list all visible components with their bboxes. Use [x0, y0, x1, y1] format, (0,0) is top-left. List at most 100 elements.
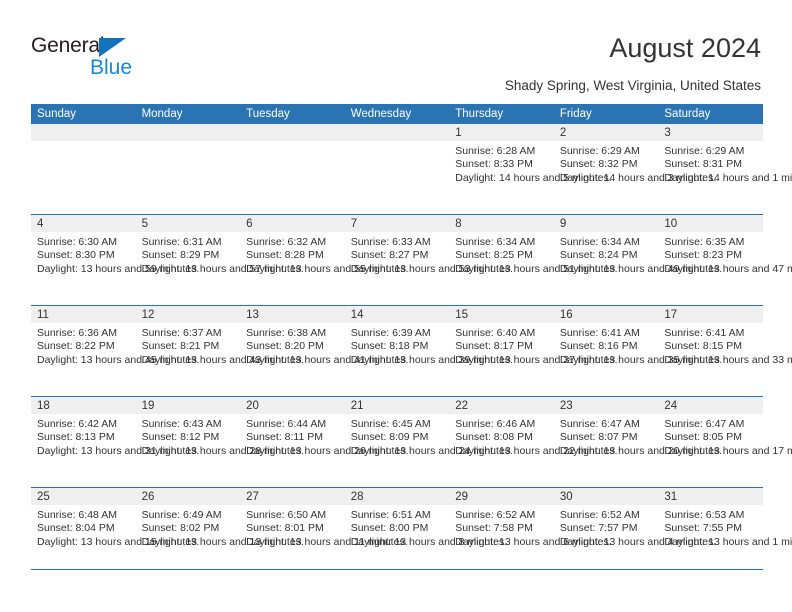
- day-details: Sunrise: 6:46 AM Sunset: 8:08 PM Daylight:…: [449, 414, 618, 458]
- day-cell-inner: 27 Sunrise: 6:50 AM Sunset: 8:01 PM Dayligh…: [240, 488, 408, 578]
- calendar-day-cell[interactable]: 30 Sunrise: 6:52 AM Sunset: 7:57 PM Dayligh…: [553, 487, 716, 578]
- weekday-header-tuesday: Tuesday: [240, 104, 345, 124]
- calendar-day-cell[interactable]: 27 Sunrise: 6:50 AM Sunset: 8:01 PM Dayligh…: [240, 487, 408, 578]
- calendar-week-row: 25 Sunrise: 6:48 AM Sunset: 8:04 PM Dayligh…: [31, 487, 792, 578]
- day-details: Sunrise: 6:47 AM Sunset: 8:05 PM Daylight:…: [658, 414, 792, 458]
- day-cell-inner: 7 Sunrise: 6:33 AM Sunset: 8:27 PM Daylight…: [344, 215, 513, 305]
- calendar-day-cell[interactable]: 11 Sunrise: 6:36 AM Sunset: 8:22 PM Dayligh…: [31, 305, 199, 397]
- daylight-text: Daylight: 13 hours and 47 minutes.: [664, 262, 792, 275]
- calendar-day-cell[interactable]: 16 Sunrise: 6:41 AM Sunset: 8:16 PM Dayligh…: [553, 305, 723, 397]
- calendar-day-cell[interactable]: 25 Sunrise: 6:48 AM Sunset: 8:04 PM Dayligh…: [31, 487, 199, 578]
- daylight-text: Daylight: 13 hours and 22 minutes.: [455, 444, 618, 457]
- sunrise-text: Sunrise: 6:51 AM: [350, 509, 431, 521]
- day-cell-inner: 23 Sunrise: 6:47 AM Sunset: 8:07 PM Dayligh…: [553, 397, 722, 487]
- day-number: 19: [135, 397, 241, 414]
- daylight-text: Daylight: 14 hours and 1 minute.: [664, 171, 792, 184]
- daylight-text: Daylight: 13 hours and 35 minutes.: [559, 353, 723, 366]
- calendar-day-cell[interactable]: 9 Sunrise: 6:34 AM Sunset: 8:24 PM Daylight…: [553, 214, 723, 306]
- calendar-day-cell[interactable]: 5 Sunrise: 6:31 AM Sunset: 8:29 PM Daylight…: [135, 214, 304, 306]
- sunrise-text: Sunrise: 6:53 AM: [664, 509, 745, 521]
- sunset-text: Sunset: 8:17 PM: [455, 340, 533, 353]
- day-details: Sunrise: 6:41 AM Sunset: 8:16 PM Daylight:…: [554, 323, 723, 367]
- day-number: 18: [31, 397, 136, 414]
- sunset-text: Sunset: 8:08 PM: [455, 431, 533, 444]
- calendar-day-cell[interactable]: 24 Sunrise: 6:47 AM Sunset: 8:05 PM Dayligh…: [658, 396, 792, 488]
- sunset-text: Sunset: 8:16 PM: [559, 340, 638, 353]
- calendar-page: General Blue August 2024 Shady Spring, W…: [0, 0, 792, 612]
- day-number: 3: [658, 124, 763, 141]
- daylight-text: Daylight: 13 hours and 13 minutes.: [141, 535, 304, 548]
- logo-text-general: General: [31, 34, 105, 57]
- daylight-text: Daylight: 13 hours and 49 minutes.: [559, 262, 723, 275]
- calendar-day-cell[interactable]: 22 Sunrise: 6:46 AM Sunset: 8:08 PM Dayligh…: [449, 396, 618, 488]
- sunrise-text: Sunrise: 6:37 AM: [141, 327, 222, 339]
- daylight-text: Daylight: 13 hours and 11 minutes.: [246, 535, 408, 548]
- sunset-text: Sunset: 8:02 PM: [141, 522, 220, 535]
- sunset-text: Sunset: 8:29 PM: [141, 249, 220, 262]
- sunrise-text: Sunrise: 6:35 AM: [664, 236, 745, 248]
- day-details: Sunrise: 6:38 AM Sunset: 8:20 PM Daylight:…: [240, 323, 408, 367]
- calendar-day-cell[interactable]: 17 Sunrise: 6:41 AM Sunset: 8:15 PM Dayligh…: [658, 305, 792, 397]
- sunrise-text: Sunrise: 6:30 AM: [37, 236, 117, 248]
- day-cell-inner: 26 Sunrise: 6:49 AM Sunset: 8:02 PM Dayligh…: [135, 488, 304, 578]
- daylight-text: Daylight: 13 hours and 26 minutes.: [246, 444, 409, 457]
- day-number: 27: [240, 488, 345, 505]
- calendar-day-cell[interactable]: 7 Sunrise: 6:33 AM Sunset: 8:27 PM Daylight…: [344, 214, 513, 306]
- sunset-text: Sunset: 8:28 PM: [246, 249, 324, 262]
- day-details: Sunrise: 6:31 AM Sunset: 8:29 PM Daylight:…: [136, 232, 304, 276]
- weekday-header-row: Sunday Monday Tuesday Wednesday Thursday Frid…: [31, 104, 763, 124]
- sunrise-text: Sunrise: 6:28 AM: [455, 145, 536, 157]
- sunset-text: Sunset: 8:20 PM: [246, 340, 324, 353]
- logo-triangle-icon: [99, 38, 126, 57]
- day-cell-inner: 10 Sunrise: 6:35 AM Sunset: 8:23 PM Dayligh…: [658, 215, 792, 305]
- calendar-day-cell[interactable]: 2 Sunrise: 6:29 AM Sunset: 8:32 PM Daylight…: [553, 124, 716, 215]
- calendar-day-cell[interactable]: 14 Sunrise: 6:39 AM Sunset: 8:18 PM Dayligh…: [344, 305, 513, 397]
- calendar-day-cell[interactable]: 10 Sunrise: 6:35 AM Sunset: 8:23 PM Dayligh…: [658, 214, 792, 306]
- calendar-day-cell[interactable]: 12 Sunrise: 6:37 AM Sunset: 8:21 PM Dayligh…: [135, 305, 304, 397]
- calendar-day-cell[interactable]: 6 Sunrise: 6:32 AM Sunset: 8:28 PM Daylight…: [240, 214, 409, 306]
- calendar-day-cell[interactable]: 26 Sunrise: 6:49 AM Sunset: 8:02 PM Dayligh…: [135, 487, 304, 578]
- calendar-day-cell[interactable]: 20 Sunrise: 6:44 AM Sunset: 8:11 PM Dayligh…: [240, 396, 409, 488]
- day-cell-inner: [344, 124, 450, 214]
- day-cell-inner: 2 Sunrise: 6:29 AM Sunset: 8:32 PM Daylight…: [553, 124, 716, 214]
- weekday-header-wednesday: Wednesday: [344, 104, 450, 124]
- calendar-day-cell[interactable]: 4 Sunrise: 6:30 AM Sunset: 8:30 PM Daylight…: [31, 214, 199, 306]
- calendar-cell-empty: [240, 124, 345, 215]
- page-header: General Blue August 2024 Shady Spring, W…: [0, 0, 792, 100]
- calendar-day-cell[interactable]: 15 Sunrise: 6:40 AM Sunset: 8:17 PM Dayligh…: [449, 305, 618, 397]
- calendar-day-cell[interactable]: 13 Sunrise: 6:38 AM Sunset: 8:20 PM Dayligh…: [240, 305, 408, 397]
- day-details: Sunrise: 6:39 AM Sunset: 8:18 PM Daylight:…: [345, 323, 513, 367]
- calendar-header-row: Sunday Monday Tuesday Wednesday Thursday Frid…: [31, 104, 763, 124]
- day-details: Sunrise: 6:30 AM Sunset: 8:30 PM Daylight:…: [31, 232, 199, 276]
- calendar-day-cell[interactable]: 23 Sunrise: 6:47 AM Sunset: 8:07 PM Dayligh…: [553, 396, 722, 488]
- sunset-text: Sunset: 8:30 PM: [37, 249, 115, 262]
- day-cell-inner: 9 Sunrise: 6:34 AM Sunset: 8:24 PM Daylight…: [553, 215, 723, 305]
- calendar-day-cell[interactable]: 8 Sunrise: 6:34 AM Sunset: 8:25 PM Daylight…: [449, 214, 618, 306]
- sunrise-text: Sunrise: 6:43 AM: [141, 418, 222, 430]
- day-cell-inner: 21 Sunrise: 6:45 AM Sunset: 8:09 PM Dayligh…: [344, 397, 513, 487]
- day-number: 21: [344, 397, 450, 414]
- calendar-day-cell[interactable]: 29 Sunrise: 6:52 AM Sunset: 7:58 PM Dayligh…: [449, 487, 612, 578]
- daylight-text: Daylight: 13 hours and 6 minutes.: [455, 535, 612, 548]
- daylight-text: Daylight: 13 hours and 55 minutes.: [246, 262, 409, 275]
- daylight-text: Daylight: 13 hours and 8 minutes.: [350, 535, 508, 548]
- sunrise-text: Sunrise: 6:47 AM: [559, 418, 640, 430]
- calendar-day-cell[interactable]: 28 Sunrise: 6:51 AM Sunset: 8:00 PM Dayligh…: [344, 487, 508, 578]
- sunrise-text: Sunrise: 6:50 AM: [246, 509, 327, 521]
- calendar-day-cell[interactable]: 3 Sunrise: 6:29 AM Sunset: 8:31 PM Daylight…: [658, 124, 792, 215]
- calendar-day-cell[interactable]: 18 Sunrise: 6:42 AM Sunset: 8:13 PM Dayligh…: [31, 396, 199, 488]
- day-cell-inner: 15 Sunrise: 6:40 AM Sunset: 8:17 PM Dayligh…: [449, 306, 618, 396]
- day-cell-inner: 3 Sunrise: 6:29 AM Sunset: 8:31 PM Daylight…: [658, 124, 792, 214]
- weekday-header-sunday: Sunday: [31, 104, 136, 124]
- generalblue-logo[interactable]: General Blue: [31, 34, 161, 82]
- sunset-text: Sunset: 8:25 PM: [455, 249, 533, 262]
- day-cell-inner: [240, 124, 345, 214]
- day-cell-inner: 8 Sunrise: 6:34 AM Sunset: 8:25 PM Daylight…: [449, 215, 618, 305]
- calendar-day-cell[interactable]: 1 Sunrise: 6:28 AM Sunset: 8:33 PM Daylight…: [449, 124, 612, 215]
- calendar-day-cell[interactable]: 31 Sunrise: 6:53 AM Sunset: 7:55 PM Dayligh…: [658, 487, 792, 578]
- sunrise-text: Sunrise: 6:46 AM: [455, 418, 536, 430]
- day-number: [135, 124, 241, 141]
- calendar-day-cell[interactable]: 19 Sunrise: 6:43 AM Sunset: 8:12 PM Dayligh…: [135, 396, 304, 488]
- calendar-day-cell[interactable]: 21 Sunrise: 6:45 AM Sunset: 8:09 PM Dayligh…: [344, 396, 513, 488]
- day-number: 16: [553, 306, 659, 323]
